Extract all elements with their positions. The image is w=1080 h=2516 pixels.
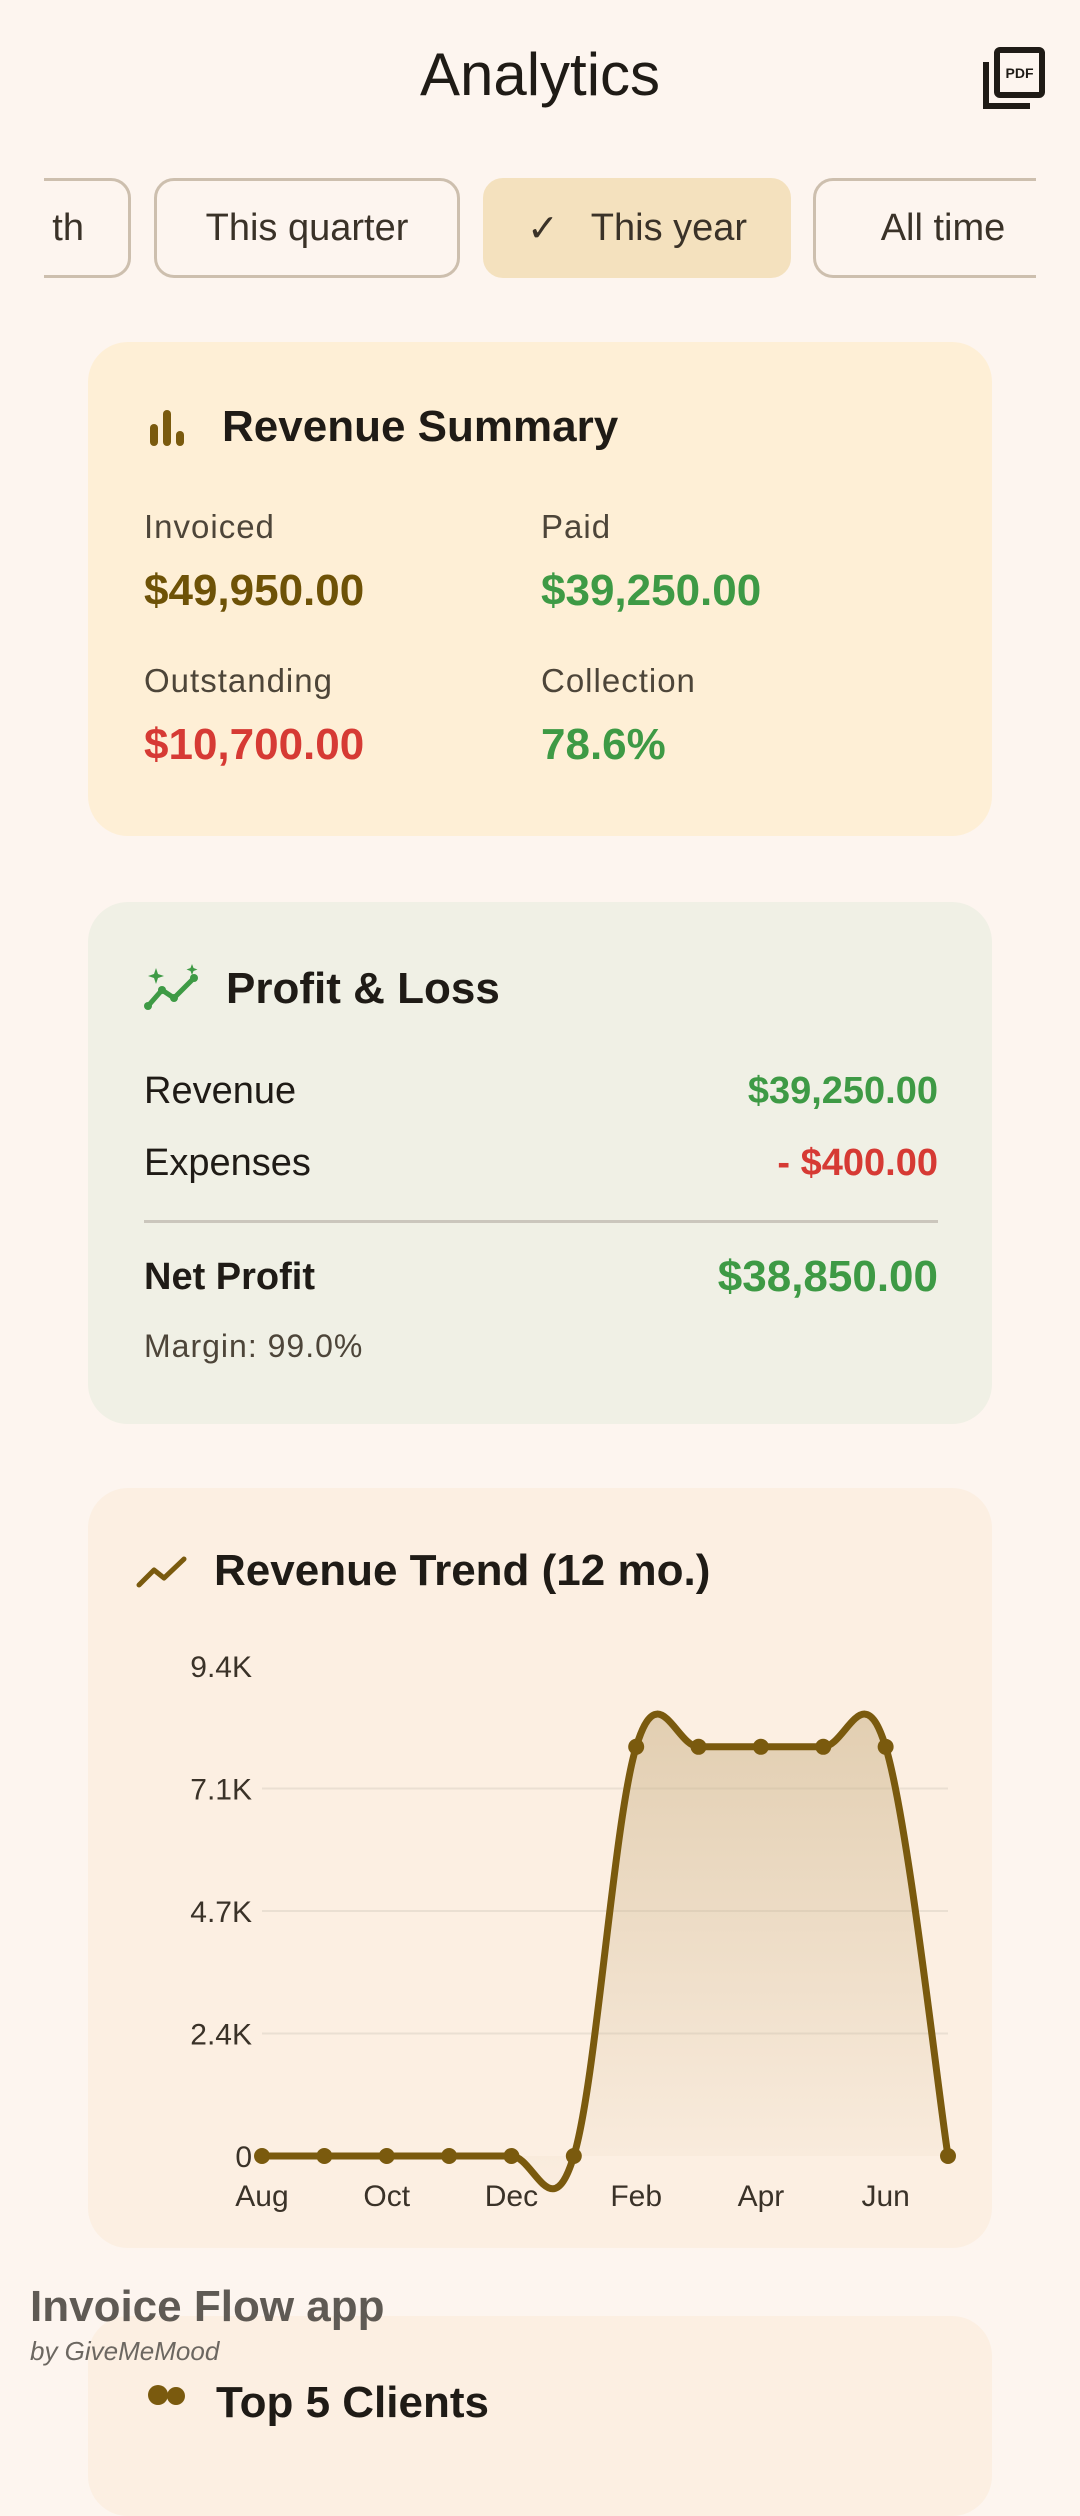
period-filter-chips: th This quarter ✓ This year All time (44, 176, 1036, 286)
margin-text: Margin: 99.0% (144, 1328, 364, 1364)
data-point (877, 1738, 894, 1755)
chip-this-year[interactable]: ✓ This year (483, 178, 791, 278)
profit-loss-card: Profit & Loss Revenue $39,250.00 Expense… (88, 902, 992, 1424)
x-tick-label: Dec (485, 2180, 538, 2213)
divider (144, 1220, 938, 1223)
chip-all-time[interactable]: All time (813, 178, 1036, 278)
data-point (815, 1738, 832, 1755)
pdf-export-icon: PDF (983, 47, 1045, 109)
x-tick-label: Apr (738, 2180, 785, 2213)
footer-app-name: Invoice Flow app (30, 2282, 385, 2331)
outstanding-label: Outstanding (144, 662, 333, 699)
expenses-label: Expenses (144, 1142, 311, 1184)
top-app-bar: Analytics PDF (0, 0, 1080, 150)
y-tick-label: 4.7K (190, 1896, 252, 1929)
data-point (254, 2148, 270, 2164)
page-title: Analytics (419, 41, 661, 108)
chip-label: This quarter (205, 206, 409, 249)
invoiced-label: Invoiced (144, 508, 275, 545)
footer-branding: Invoice Flow app by GiveMeMood (30, 2282, 385, 2367)
trending-sparkle-icon (144, 964, 198, 1010)
revenue-trend-chart: 0 2.4K 4.7K 7.1K 9.4K Aug Oct Dec Feb Apr Jun (190, 1651, 956, 2213)
data-point (316, 2148, 333, 2164)
collection-value: 78.6% (541, 720, 666, 769)
x-tick-label: Jun (861, 2180, 909, 2213)
data-point (752, 1738, 769, 1755)
data-point (690, 1738, 707, 1755)
paid-value: $39,250.00 (541, 566, 762, 615)
card-title: Revenue Summary (222, 402, 619, 451)
chip-this-quarter[interactable]: This quarter (154, 178, 460, 278)
data-point (441, 2148, 458, 2164)
check-icon: ✓ (526, 207, 559, 250)
bar-chart-icon (150, 410, 184, 446)
chip-label: This year (590, 206, 748, 249)
outstanding-value: $10,700.00 (144, 720, 365, 769)
data-point (940, 2148, 956, 2164)
people-icon (148, 2385, 185, 2405)
data-point (565, 2148, 582, 2164)
svg-text:PDF: PDF (1006, 65, 1034, 81)
revenue-summary-card: Revenue Summary Invoiced $49,950.00 Paid… (88, 342, 992, 836)
y-tick-label: 0 (235, 2141, 252, 2174)
revenue-trend-card: Revenue Trend (12 mo.) 0 2.4K 4.7K 7.1K 9.4K… (88, 1488, 992, 2248)
x-tick-label: Aug (235, 2180, 288, 2213)
chip-label: All time (880, 206, 1006, 249)
invoiced-value: $49,950.00 (144, 566, 365, 615)
y-tick-label: 2.4K (190, 2019, 252, 2052)
card-title: Top 5 Clients (216, 2378, 489, 2427)
paid-label: Paid (541, 508, 612, 545)
data-point (378, 2148, 395, 2164)
collection-label: Collection (541, 662, 696, 699)
card-title: Profit & Loss (226, 964, 500, 1013)
data-point (628, 1738, 645, 1755)
expenses-value: - $400.00 (777, 1142, 938, 1184)
net-profit-value: $38,850.00 (717, 1252, 938, 1301)
chip-label: th (52, 206, 84, 249)
chip-this-month[interactable]: th (44, 178, 131, 278)
data-point (503, 2148, 520, 2164)
y-tick-label: 7.1K (190, 1774, 252, 1807)
pdf-export-button[interactable]: PDF (978, 44, 1048, 114)
revenue-value: $39,250.00 (747, 1070, 938, 1112)
revenue-label: Revenue (144, 1070, 297, 1112)
x-tick-label: Oct (363, 2180, 410, 2213)
net-profit-label: Net Profit (144, 1256, 315, 1298)
footer-byline: by GiveMeMood (30, 2336, 220, 2366)
y-tick-label: 9.4K (190, 1651, 252, 1684)
x-tick-label: Feb (610, 2180, 662, 2213)
